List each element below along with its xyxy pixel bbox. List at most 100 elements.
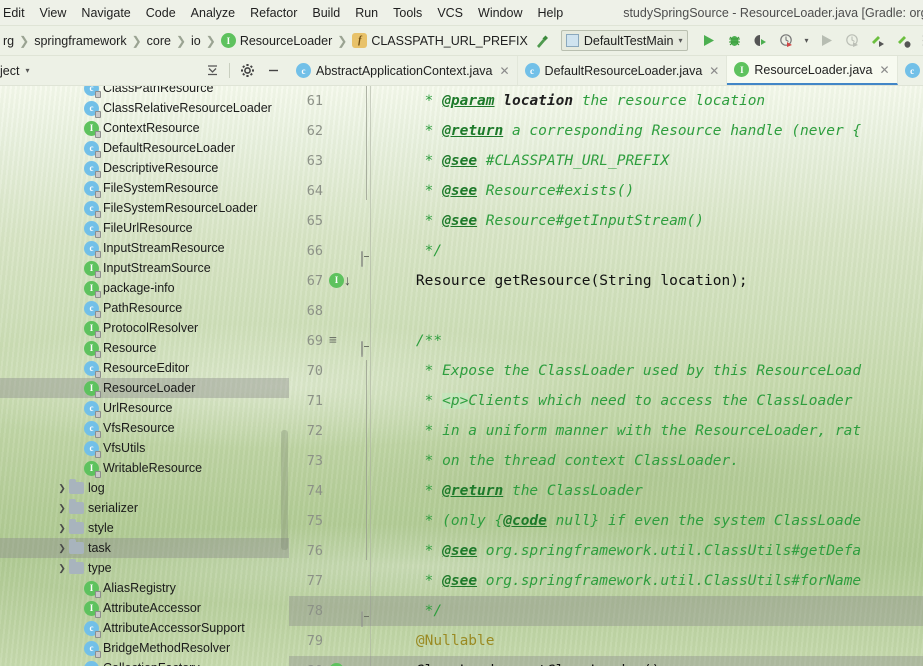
menu-item-navigate[interactable]: Navigate <box>74 3 137 23</box>
code-line-80[interactable]: 80I↓ ClassLoader getClassLoader(); <box>289 656 923 666</box>
tree-node-urlresource[interactable]: c UrlResource <box>0 398 289 418</box>
tree-node-type[interactable]: ❯ type <box>0 558 289 578</box>
tree-node-bridgemethodresolver[interactable]: c BridgeMethodResolver <box>0 638 289 658</box>
tree-node-log[interactable]: ❯ log <box>0 478 289 498</box>
build-hammer-icon[interactable] <box>531 30 555 52</box>
profile-dropdown-icon[interactable]: ▾ <box>800 30 812 52</box>
tree-node-resourceloader[interactable]: I ResourceLoader <box>0 378 289 398</box>
editor-tab-overflow[interactable]: c <box>898 56 923 85</box>
run-configuration-selector[interactable]: DefaultTestMain ▾ <box>560 30 689 51</box>
menu-item-window[interactable]: Window <box>471 3 529 23</box>
breadcrumb-item-io[interactable]: io <box>188 32 204 50</box>
chevron-down-icon[interactable]: ▾ <box>25 66 29 75</box>
code-lines[interactable]: 61 * @param location the resource locati… <box>289 86 923 666</box>
more-options-button[interactable] <box>918 30 923 52</box>
code-line-66[interactable]: 66 */ <box>289 236 923 267</box>
fold-end-icon[interactable] <box>361 604 373 627</box>
tree-node-serializer[interactable]: ❯ serializer <box>0 498 289 518</box>
chevron-right-icon[interactable]: ❯ <box>55 563 69 574</box>
tree-node-resource[interactable]: I Resource <box>0 338 289 358</box>
code-line-74[interactable]: 74 * @return the ClassLoader <box>289 476 923 506</box>
breadcrumb-item-springframework[interactable]: springframework <box>31 32 129 50</box>
code-line-65[interactable]: 65 * @see Resource#getInputStream() <box>289 206 923 236</box>
code-line-67[interactable]: 67 I ↓ Resource getResource(String locatio… <box>289 266 923 296</box>
close-icon[interactable]: ✕ <box>709 64 719 78</box>
tree-node-protocolresolver[interactable]: I ProtocolResolver <box>0 318 289 338</box>
code-line-62[interactable]: 62 * @return a corresponding Resource ha… <box>289 116 923 146</box>
gear-icon[interactable] <box>235 60 259 82</box>
tree-node-vfsresource[interactable]: c VfsResource <box>0 418 289 438</box>
tree-node-style[interactable]: ❯ style <box>0 518 289 538</box>
breadcrumb-item-rg[interactable]: rg <box>0 32 17 50</box>
tree-node-writableresource[interactable]: I WritableResource <box>0 458 289 478</box>
tree-node-task[interactable]: ❯ task <box>0 538 289 558</box>
collapse-all-icon[interactable] <box>200 60 224 82</box>
menu-item-refactor[interactable]: Refactor <box>243 3 304 23</box>
tree-node-resourceeditor[interactable]: c ResourceEditor <box>0 358 289 378</box>
menu-item-view[interactable]: View <box>33 3 74 23</box>
code-line-76[interactable]: 76 * @see org.springframework.util.Class… <box>289 536 923 566</box>
fold-end-icon[interactable] <box>361 244 373 267</box>
javadoc-gutter-icon[interactable]: ≡ <box>329 333 359 349</box>
menu-item-build[interactable]: Build <box>305 3 347 23</box>
run-with-coverage-button[interactable] <box>748 30 772 52</box>
code-line-61[interactable]: 61 * @param location the resource locati… <box>289 86 923 116</box>
code-line-68[interactable]: 68 <box>289 296 923 326</box>
breadcrumb-item-classpath_url_prefix[interactable]: f CLASSPATH_URL_PREFIX <box>349 31 531 50</box>
tree-node-collectionfactory[interactable]: c CollectionFactory <box>0 658 289 666</box>
menu-item-edit[interactable]: Edit <box>0 3 32 23</box>
menu-item-help[interactable]: Help <box>530 3 570 23</box>
editor-tab-bar[interactable]: c AbstractApplicationContext.java ✕ c Defaul… <box>289 56 923 86</box>
close-icon[interactable]: ✕ <box>499 64 509 78</box>
menu-item-tools[interactable]: Tools <box>386 3 429 23</box>
code-line-69[interactable]: 69 ≡ /** <box>289 326 923 357</box>
code-line-75[interactable]: 75 * (only {@code null} if even the syst… <box>289 506 923 536</box>
tree-node-descriptiveresource[interactable]: c DescriptiveResource <box>0 158 289 178</box>
tree-node-vfsutils[interactable]: c VfsUtils <box>0 438 289 458</box>
tree-node-package-info[interactable]: Ipackage-info <box>0 278 289 298</box>
tree-node-filesystemresourceloader[interactable]: c FileSystemResourceLoader <box>0 198 289 218</box>
code-line-77[interactable]: 77 * @see org.springframework.util.Class… <box>289 566 923 596</box>
chevron-right-icon[interactable]: ❯ <box>55 503 69 514</box>
profile-button[interactable] <box>774 30 798 52</box>
tree-node-aliasregistry[interactable]: I AliasRegistry <box>0 578 289 598</box>
code-editor[interactable]: 61 * @param location the resource locati… <box>289 86 923 666</box>
code-line-78[interactable]: 78 */ <box>289 596 923 627</box>
attach-debugger-button[interactable] <box>892 30 916 52</box>
project-tree-scrollbar[interactable] <box>281 430 288 550</box>
breadcrumb-item-resourceloader[interactable]: I ResourceLoader <box>218 31 335 50</box>
tree-node-defaultresourceloader[interactable]: c DefaultResourceLoader <box>0 138 289 158</box>
code-line-72[interactable]: 72 * in a uniform manner with the Resour… <box>289 416 923 446</box>
run-button[interactable] <box>696 30 720 52</box>
minimize-icon[interactable] <box>261 60 285 82</box>
chevron-right-icon[interactable]: ❯ <box>55 483 69 494</box>
editor-tab-resourceloader[interactable]: I ResourceLoader.java ✕ <box>727 56 898 85</box>
tree-node-pathresource[interactable]: c PathResource <box>0 298 289 318</box>
tree-node-classpathresource[interactable]: c ClassPathResource <box>0 86 289 98</box>
project-panel-title-group[interactable]: ject ▾ <box>0 64 29 78</box>
tree-node-inputstreamsource[interactable]: I InputStreamSource <box>0 258 289 278</box>
chevron-right-icon[interactable]: ❯ <box>55 543 69 554</box>
tree-node-attributeaccessor[interactable]: I AttributeAccessor <box>0 598 289 618</box>
chevron-right-icon[interactable]: ❯ <box>55 523 69 534</box>
fold-start-icon[interactable] <box>361 334 373 357</box>
menu-item-code[interactable]: Code <box>139 3 183 23</box>
code-line-70[interactable]: 70 * Expose the ClassLoader used by this… <box>289 356 923 386</box>
tree-node-attributeaccessorsupport[interactable]: c AttributeAccessorSupport <box>0 618 289 638</box>
close-icon[interactable]: ✕ <box>880 63 890 77</box>
tree-node-inputstreamresource[interactable]: c InputStreamResource <box>0 238 289 258</box>
code-line-79[interactable]: 79 @Nullable <box>289 626 923 656</box>
code-line-63[interactable]: 63 * @see #CLASSPATH_URL_PREFIX <box>289 146 923 176</box>
code-line-64[interactable]: 64 * @see Resource#exists() <box>289 176 923 206</box>
attach-profiler-button[interactable] <box>866 30 890 52</box>
menu-item-analyze[interactable]: Analyze <box>184 3 242 23</box>
tree-node-classrelativeresourceloader[interactable]: c ClassRelativeResourceLoader <box>0 98 289 118</box>
tree-node-filesystemresource[interactable]: c FileSystemResource <box>0 178 289 198</box>
tree-node-contextresource[interactable]: I ContextResource <box>0 118 289 138</box>
code-line-71[interactable]: 71 * <p>Clients which need to access the… <box>289 386 923 416</box>
editor-tab-defaultresourceloader[interactable]: c DefaultResourceLoader.java ✕ <box>518 56 728 85</box>
project-tree[interactable]: c ClassPathResource c ClassRelativeResource… <box>0 86 289 666</box>
menu-item-vcs[interactable]: VCS <box>430 3 470 23</box>
editor-tab-abstractapplicationcontext[interactable]: c AbstractApplicationContext.java ✕ <box>289 56 518 85</box>
debug-button[interactable] <box>722 30 746 52</box>
